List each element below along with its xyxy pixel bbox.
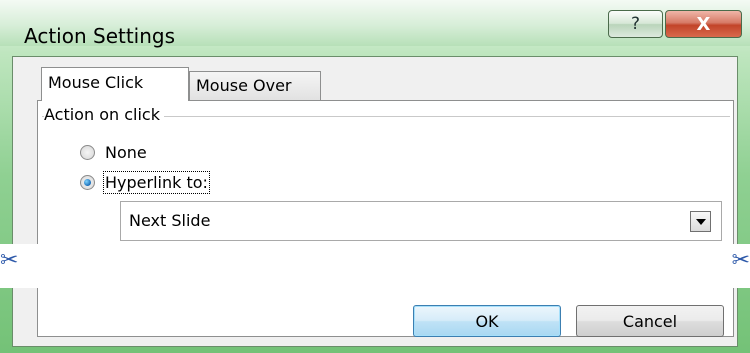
cancel-button[interactable]: Cancel: [576, 305, 724, 337]
window-title: Action Settings: [24, 24, 176, 48]
radio-none-indicator[interactable]: [80, 145, 95, 160]
screenshot-cut-strip: [0, 244, 750, 288]
radio-none[interactable]: None: [80, 143, 147, 162]
chevron-down-icon[interactable]: [690, 211, 711, 232]
group-label-action-on-click: Action on click: [44, 105, 164, 124]
radio-hyperlink-label: Hyperlink to:: [103, 171, 210, 194]
tab-panel: Action on click None Hyperlink to: Next …: [37, 100, 734, 337]
scissors-icon: ✂: [731, 248, 750, 273]
help-icon: ?: [630, 14, 641, 34]
scissors-icon: ✂: [0, 248, 19, 273]
dialog-window: Action Settings ? X Mouse Click Mouse Ov…: [0, 0, 750, 353]
close-button[interactable]: X: [665, 10, 742, 38]
ok-button[interactable]: OK: [413, 305, 561, 337]
radio-hyperlink-indicator[interactable]: [80, 175, 95, 190]
hyperlink-selected-value: Next Slide: [129, 211, 211, 230]
radio-none-label: None: [105, 143, 147, 162]
radio-hyperlink[interactable]: Hyperlink to:: [80, 171, 210, 194]
help-button[interactable]: ?: [608, 10, 663, 38]
tab-mouse-over[interactable]: Mouse Over: [189, 71, 321, 101]
hyperlink-target-dropdown[interactable]: Next Slide: [120, 201, 722, 241]
dialog-client-area: Mouse Click Mouse Over Action on click N…: [12, 56, 738, 347]
close-icon: X: [696, 13, 711, 35]
tab-mouse-click[interactable]: Mouse Click: [41, 67, 189, 101]
